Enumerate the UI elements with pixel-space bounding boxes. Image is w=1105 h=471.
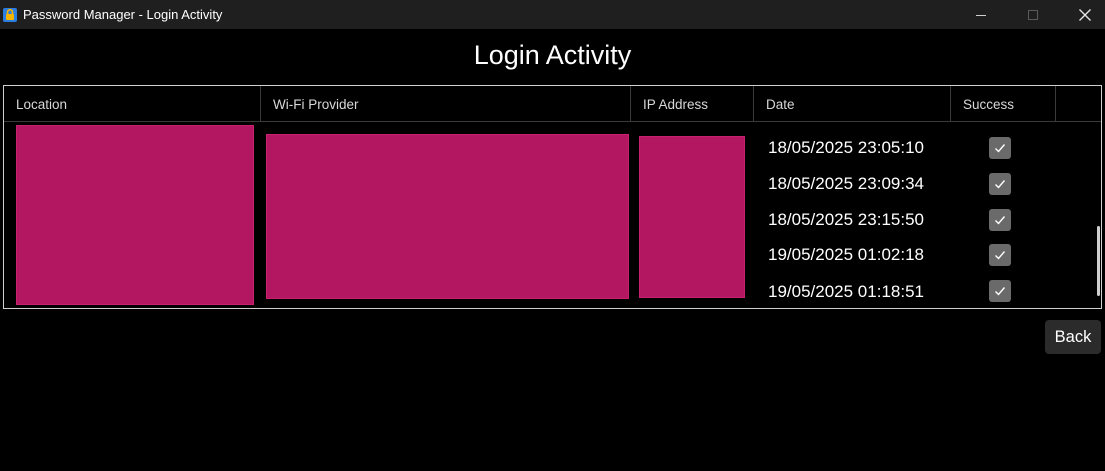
back-button[interactable]: Back xyxy=(1045,320,1101,354)
checkmark-icon xyxy=(995,144,1006,153)
column-header-location[interactable]: Location xyxy=(4,86,261,122)
maximize-button[interactable] xyxy=(1010,0,1056,29)
column-header-success[interactable]: Success xyxy=(951,86,1056,122)
minimize-icon xyxy=(976,14,986,16)
maximize-icon xyxy=(1028,9,1038,20)
minimize-button[interactable] xyxy=(958,0,1004,29)
column-header-date[interactable]: Date xyxy=(754,86,951,122)
success-checkbox[interactable] xyxy=(989,209,1011,231)
table-row-date: 19/05/2025 01:02:18 xyxy=(768,245,924,264)
table-header: Location Wi-Fi Provider IP Address Date … xyxy=(4,86,1101,122)
success-checkbox[interactable] xyxy=(989,137,1011,159)
table-row-date: 18/05/2025 23:05:10 xyxy=(768,138,924,157)
window-titlebar: Password Manager - Login Activity xyxy=(0,0,1105,29)
success-checkbox[interactable] xyxy=(989,244,1011,266)
lock-icon xyxy=(2,7,18,23)
checkmark-icon xyxy=(995,216,1006,225)
page-title: Login Activity xyxy=(473,40,632,70)
column-header-ip-address[interactable]: IP Address xyxy=(631,86,754,122)
success-checkbox[interactable] xyxy=(989,173,1011,195)
checkmark-icon xyxy=(995,180,1006,189)
close-button[interactable] xyxy=(1062,0,1105,29)
column-header-wifi-provider[interactable]: Wi-Fi Provider xyxy=(261,86,631,122)
redacted-wifi-provider-block xyxy=(266,134,629,299)
table-row-date: 18/05/2025 23:15:50 xyxy=(768,210,924,229)
redacted-ip-address-block xyxy=(639,136,745,298)
redacted-location-block xyxy=(16,125,254,305)
checkmark-icon xyxy=(995,251,1006,260)
table-row-date: 19/05/2025 01:18:51 xyxy=(768,282,924,301)
close-icon xyxy=(1079,8,1091,21)
vertical-scrollbar-thumb[interactable] xyxy=(1097,226,1100,296)
success-checkbox[interactable] xyxy=(989,280,1011,302)
table-row-date: 18/05/2025 23:09:34 xyxy=(768,174,924,193)
checkmark-icon xyxy=(995,287,1006,296)
login-activity-table[interactable]: Location Wi-Fi Provider IP Address Date … xyxy=(3,85,1102,309)
window-title: Password Manager - Login Activity xyxy=(23,7,223,22)
